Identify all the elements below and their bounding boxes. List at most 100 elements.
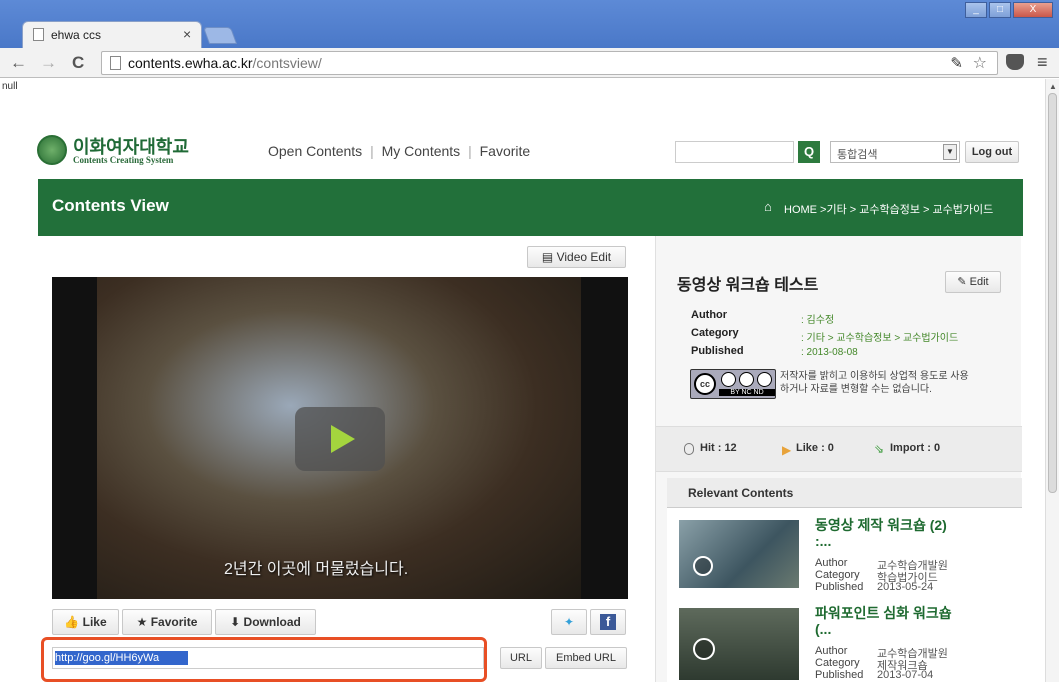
- item-author-label: Author: [815, 645, 848, 657]
- hit-count: Hit : 12: [700, 442, 737, 454]
- browser-toolbar: ← → C contents.ewha.ac.kr/contsview/ ✎ ☆…: [0, 48, 1059, 78]
- menu-icon[interactable]: ≡: [1037, 52, 1048, 73]
- scroll-up-icon[interactable]: ▲: [1049, 82, 1057, 91]
- by-icon: [721, 372, 736, 387]
- cc-icon: cc: [694, 373, 716, 395]
- search-scope-select[interactable]: 통합검색 ▼: [830, 141, 960, 163]
- url-path: /contsview/: [252, 55, 322, 71]
- like-label: Like: [82, 615, 107, 629]
- item-title-line-2: (...: [815, 621, 832, 637]
- list-item[interactable]: 파워포인트 심화 워크숍 (... Author 교수학습개발원 Categor…: [679, 605, 1009, 688]
- star-icon[interactable]: ☆: [973, 53, 987, 73]
- nav-divider: |: [468, 143, 472, 159]
- like-button[interactable]: 👍 Like: [52, 609, 119, 635]
- url-button[interactable]: URL: [500, 647, 542, 669]
- close-window-button[interactable]: X: [1013, 2, 1053, 18]
- back-button[interactable]: ←: [10, 53, 27, 73]
- item-title: 동영상 제작 워크숍 (2) :...: [815, 517, 947, 549]
- download-button[interactable]: ⬇ Download: [215, 609, 316, 635]
- facebook-icon: f: [600, 614, 616, 630]
- item-author-label: Author: [815, 557, 848, 569]
- reload-button[interactable]: C: [72, 53, 84, 73]
- edit-label: Edit: [969, 276, 989, 288]
- nav-open-contents[interactable]: Open Contents: [268, 143, 362, 159]
- video-player[interactable]: 2년간 이곳에 머물렀습니다.: [52, 277, 628, 599]
- thumbs-up-icon: 👍: [64, 615, 80, 629]
- info-panel: 동영상 워크숍 테스트 ✎ Edit Author : 김수정 Category…: [655, 236, 1022, 682]
- like-icon: ▶: [782, 443, 792, 457]
- relevant-list: 동영상 제작 워크숍 (2) :... Author 교수학습개발원 Categ…: [667, 508, 1022, 682]
- chevron-down-icon: ▼: [943, 144, 957, 160]
- item-published: 2013-07-04: [877, 669, 934, 681]
- page-icon: [110, 56, 121, 70]
- cc-license-badge[interactable]: cc BY NC ND: [690, 369, 776, 399]
- share-url-field[interactable]: [52, 647, 484, 669]
- scroll-thumb[interactable]: [1048, 93, 1057, 493]
- nav-my-contents[interactable]: My Contents: [382, 143, 461, 159]
- edit-button[interactable]: ✎ Edit: [945, 271, 1001, 293]
- item-title-line-1: 파워포인트 심화 워크숍: [815, 605, 952, 621]
- forward-button[interactable]: →: [40, 53, 57, 73]
- tab-title: ehwa ccs: [51, 28, 102, 42]
- play-icon[interactable]: [331, 425, 355, 453]
- item-published-label: Published: [815, 581, 864, 593]
- browser-tab[interactable]: ehwa ccs ×: [22, 21, 202, 48]
- pocket-icon[interactable]: [1006, 54, 1024, 70]
- video-edit-label: Video Edit: [556, 250, 612, 264]
- license-line-2: 하거나 자료를 변형할 수는 없습니다.: [780, 384, 932, 395]
- page-title: Contents View: [52, 196, 169, 215]
- breadcrumb: HOME >기타 > 교수학습정보 > 교수법가이드: [784, 204, 994, 216]
- twitter-share-button[interactable]: ✦: [551, 609, 587, 635]
- emblem-icon: [37, 135, 67, 165]
- url-text: contents.ewha.ac.kr/contsview/: [128, 55, 322, 71]
- author-value: : 김수정: [801, 315, 835, 326]
- item-category-label: Category: [815, 569, 860, 581]
- address-bar[interactable]: contents.ewha.ac.kr/contsview/ ✎ ☆: [101, 51, 998, 75]
- download-label: Download: [243, 615, 301, 629]
- item-title-line-1: 동영상 제작 워크숍 (2): [815, 517, 947, 533]
- category-label: Category: [691, 327, 739, 339]
- category-value: : 기타 > 교수학습정보 > 교수법가이드: [801, 333, 959, 344]
- url-host: contents.ewha.ac.kr: [128, 55, 253, 71]
- import-icon: ⇘: [874, 442, 885, 456]
- minimize-button[interactable]: _: [965, 2, 987, 18]
- logo[interactable]: 이화여자대학교 Contents Creating System: [37, 133, 217, 173]
- thumbnail: [679, 608, 799, 680]
- item-title: 파워포인트 심화 워크숍 (...: [815, 605, 952, 637]
- twitter-icon: ✦: [563, 615, 575, 629]
- nc-icon: [739, 372, 754, 387]
- author-label: Author: [691, 309, 728, 321]
- list-icon: ▤: [541, 250, 554, 264]
- search-icon[interactable]: Q: [798, 141, 820, 163]
- maximize-button[interactable]: □: [989, 2, 1011, 18]
- video-subtitle: 2년간 이곳에 머물렀습니다.: [224, 561, 409, 578]
- embed-url-button[interactable]: Embed URL: [545, 647, 627, 669]
- download-icon: ⬇: [230, 615, 241, 629]
- page-icon: [33, 28, 44, 41]
- search-scope-value: 통합검색: [837, 149, 878, 161]
- nav-favorite[interactable]: Favorite: [480, 143, 531, 159]
- content-title: 동영상 워크숍 테스트: [677, 277, 819, 294]
- play-icon: [693, 638, 715, 660]
- favorite-button[interactable]: ★ Favorite: [122, 609, 212, 635]
- top-nav: Open Contents | My Contents | Favorite: [268, 143, 530, 159]
- item-title-line-2: :...: [815, 533, 832, 549]
- import-count: Import : 0: [890, 442, 941, 454]
- published-value: : 2013-08-08: [801, 347, 858, 358]
- wrench-icon[interactable]: ✎: [950, 54, 963, 72]
- logout-button[interactable]: Log out: [965, 141, 1019, 163]
- tab-close-icon[interactable]: ×: [183, 26, 191, 42]
- facebook-share-button[interactable]: f: [590, 609, 626, 635]
- item-published: 2013-05-24: [877, 581, 934, 593]
- relevant-heading: Relevant Contents: [688, 486, 794, 500]
- new-tab-button[interactable]: [202, 27, 238, 44]
- pencil-icon: ✎: [957, 276, 967, 288]
- video-edit-button[interactable]: ▤ Video Edit: [527, 246, 626, 268]
- list-item[interactable]: 동영상 제작 워크숍 (2) :... Author 교수학습개발원 Categ…: [679, 517, 1009, 600]
- page-scrollbar[interactable]: ▲: [1045, 79, 1059, 682]
- thumbnail: [679, 520, 799, 588]
- search-input[interactable]: [675, 141, 794, 163]
- home-icon: ⌂: [764, 199, 772, 214]
- nd-icon: [757, 372, 772, 387]
- stats-bar: Hit : 12 ▶ Like : 0 ⇘ Import : 0: [656, 426, 1022, 472]
